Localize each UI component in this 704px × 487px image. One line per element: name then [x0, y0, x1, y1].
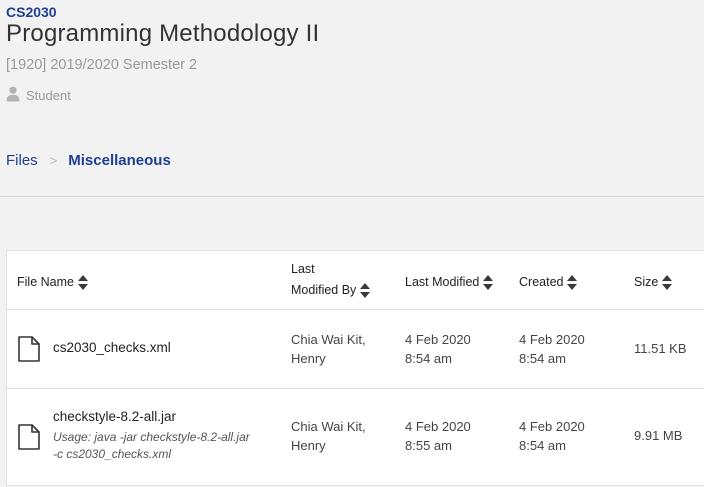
column-header-label-line1: Last [291, 262, 315, 276]
sort-icon[interactable] [662, 275, 673, 290]
modified-by-cell: Chia Wai Kit, Henry [291, 418, 366, 455]
modified-by-line2: Henry [291, 350, 326, 366]
sort-icon[interactable] [483, 275, 494, 290]
last-modified-time: 8:54 am [405, 350, 452, 366]
sort-icon[interactable] [360, 283, 371, 298]
table-header: File Name Last Modified By Last Modified… [7, 251, 704, 310]
column-header-label: Created [519, 275, 564, 289]
table-row[interactable]: cs2030_checks.xml Chia Wai Kit, Henry 4 … [7, 310, 704, 389]
breadcrumb: Files > Miscellaneous [6, 152, 171, 169]
last-modified-cell: 4 Feb 2020 8:55 am [405, 418, 471, 455]
file-icon [18, 336, 40, 367]
modified-by-line1: Chia Wai Kit, [291, 419, 366, 434]
column-header-label-line2: Modified By [291, 283, 357, 297]
last-modified-date: 4 Feb 2020 [405, 419, 471, 434]
breadcrumb-separator: > [49, 153, 58, 168]
table-row[interactable]: checkstyle-8.2-all.jar Usage: java -jar … [7, 389, 704, 487]
last-modified-date: 4 Feb 2020 [405, 332, 471, 347]
modified-by-line2: Henry [291, 437, 326, 453]
breadcrumb-files-link[interactable]: Files [6, 152, 38, 169]
created-time: 8:54 am [519, 350, 566, 366]
column-header-label: Size [634, 275, 659, 289]
course-code[interactable]: CS2030 [6, 4, 57, 20]
file-description-line2: -c cs2030_checks.xml [53, 447, 172, 461]
size-cell: 9.91 MB [634, 428, 683, 443]
sort-icon[interactable] [77, 275, 89, 290]
file-icon [18, 424, 40, 455]
file-name-link[interactable]: cs2030_checks.xml [53, 340, 171, 355]
course-header: CS2030 Programming Methodology II [1920]… [0, 0, 704, 197]
created-cell: 4 Feb 2020 8:54 am [519, 418, 585, 455]
column-header-last-modified[interactable]: Last Modified [405, 272, 494, 293]
column-header-label: File Name [17, 275, 74, 289]
created-cell: 4 Feb 2020 8:54 am [519, 331, 585, 368]
course-title: Programming Methodology II [6, 20, 320, 47]
created-time: 8:54 am [519, 437, 566, 453]
size-cell: 11.51 KB [634, 341, 687, 356]
column-header-size[interactable]: Size [634, 272, 673, 293]
column-header-label: Last Modified By [291, 259, 356, 301]
course-term: [1920] 2019/2020 Semester 2 [6, 57, 198, 73]
last-modified-cell: 4 Feb 2020 8:54 am [405, 331, 471, 368]
modified-by-line1: Chia Wai Kit, [291, 332, 366, 347]
last-modified-time: 8:55 am [405, 437, 452, 453]
files-table: File Name Last Modified By Last Modified… [6, 250, 704, 486]
created-date: 4 Feb 2020 [519, 419, 585, 434]
column-header-label: Last Modified [405, 275, 480, 289]
modified-by-cell: Chia Wai Kit, Henry [291, 331, 366, 368]
file-description: Usage: java -jar checkstyle-8.2-all.jar … [53, 429, 283, 463]
role-label: Student [26, 88, 71, 103]
column-header-last-modified-by[interactable]: Last Modified By [291, 259, 371, 301]
user-icon [6, 86, 20, 105]
file-name-link[interactable]: checkstyle-8.2-all.jar [53, 409, 176, 424]
created-date: 4 Feb 2020 [519, 332, 585, 347]
sort-icon[interactable] [567, 275, 578, 290]
file-description-line1: Usage: java -jar checkstyle-8.2-all.jar [53, 430, 250, 444]
column-header-created[interactable]: Created [519, 272, 578, 293]
role-indicator: Student [6, 86, 71, 105]
breadcrumb-current-folder[interactable]: Miscellaneous [68, 152, 171, 169]
column-header-file-name[interactable]: File Name [17, 272, 89, 293]
